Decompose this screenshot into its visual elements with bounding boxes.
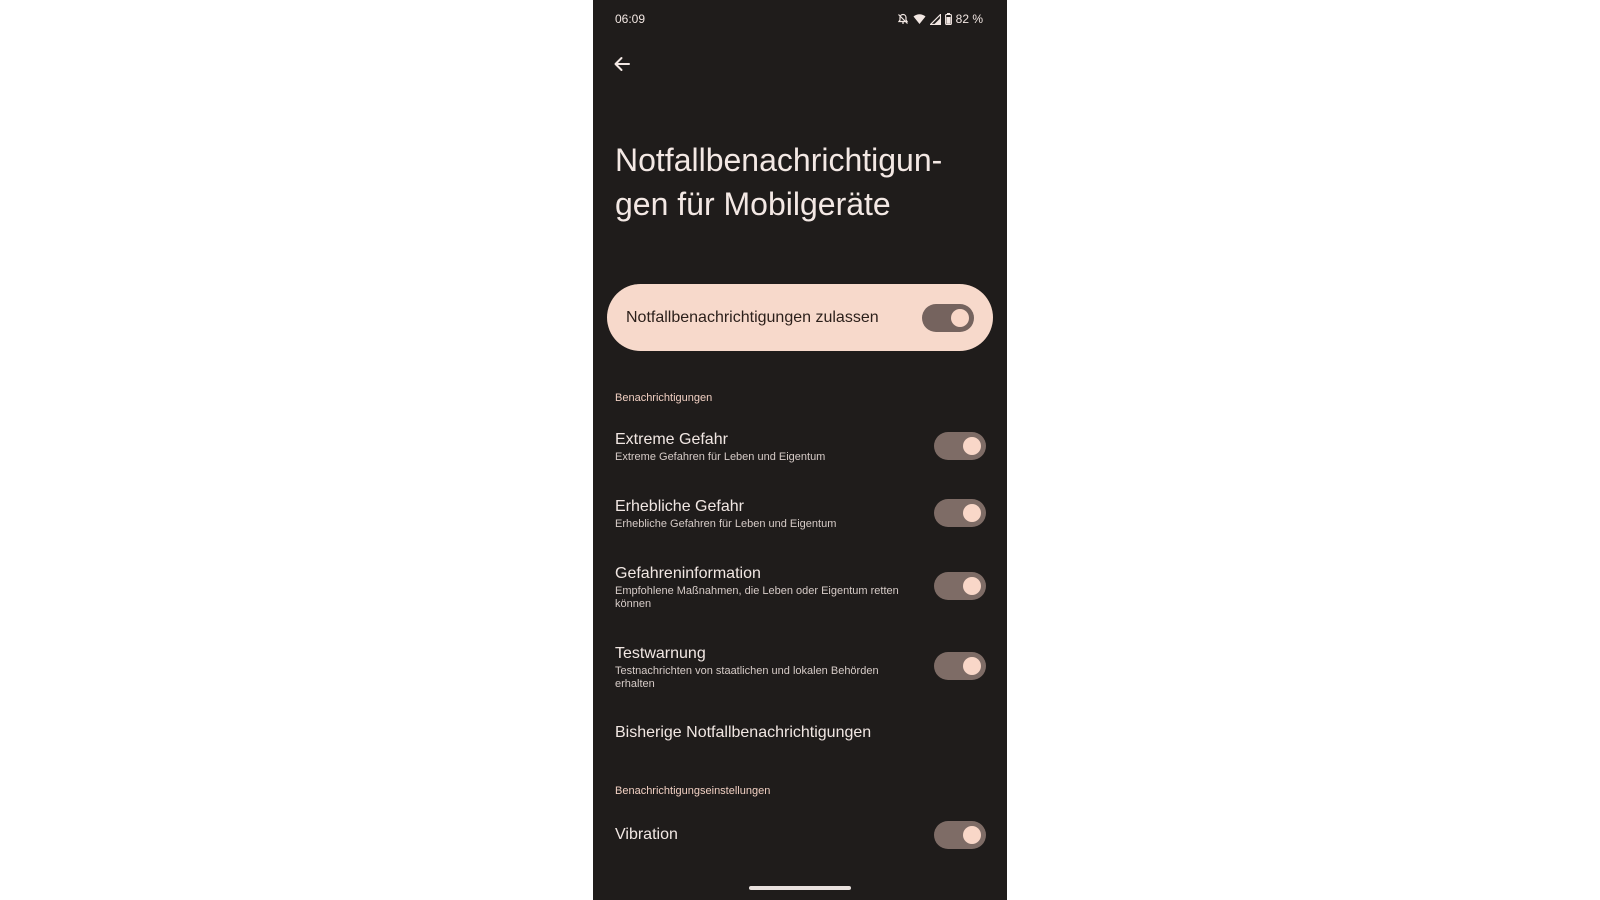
list-item-danger-information[interactable]: Gefahreninformation Empfohlene Maßnahmen… <box>615 564 986 611</box>
list-item-subtitle: Extreme Gefahren für Leben und Eigentum <box>615 451 826 463</box>
list-item-title: Gefahreninformation <box>615 565 761 582</box>
bell-off-icon <box>897 13 909 25</box>
list-item-vibration[interactable]: Vibration <box>615 821 986 849</box>
section-header-notifications: Benachrichtigungen <box>615 392 713 404</box>
list-item-subtitle: Testnachrichten von staatlichen und loka… <box>615 665 879 690</box>
page-title-line-1: Notfallbenachrichtigun- <box>615 142 943 178</box>
switch-knob <box>963 437 981 455</box>
battery-icon <box>944 13 952 25</box>
danger-information-switch[interactable] <box>934 572 986 600</box>
test-warning-switch[interactable] <box>934 652 986 680</box>
status-time: 06:09 <box>615 12 646 26</box>
page-title: Notfallbenachrichtigun- gen für Mobilger… <box>615 138 985 226</box>
arrow-left-icon <box>614 57 630 71</box>
signal-icon <box>929 13 941 25</box>
list-item-title: Bisherige Notfallbenachrichtigungen <box>615 724 872 741</box>
battery-percent: 82 % <box>955 12 983 26</box>
section-header-notification-settings: Benachrichtigungseinstellungen <box>615 785 771 797</box>
list-item-test-warning[interactable]: Testwarnung Testnachrichten von staatlic… <box>615 644 986 691</box>
back-button[interactable] <box>609 51 635 77</box>
master-toggle-label: Notfallbenachrichtigungen zulassen <box>626 309 879 326</box>
list-item-alert-history[interactable]: Bisherige Notfallbenachrichtigungen <box>615 723 985 743</box>
list-item-title: Vibration <box>615 826 678 843</box>
list-item-extreme-danger[interactable]: Extreme Gefahr Extreme Gefahren für Lebe… <box>615 430 986 464</box>
status-bar: 06:09 82 % <box>615 12 983 28</box>
master-toggle-switch[interactable] <box>922 304 974 332</box>
master-toggle-card[interactable]: Notfallbenachrichtigungen zulassen <box>607 284 993 351</box>
switch-knob <box>963 657 981 675</box>
list-item-title: Extreme Gefahr <box>615 431 728 448</box>
switch-knob <box>963 826 981 844</box>
list-item-subtitle: Erhebliche Gefahren für Leben und Eigent… <box>615 518 837 530</box>
gesture-navigation-bar[interactable] <box>749 886 851 890</box>
extreme-danger-switch[interactable] <box>934 432 986 460</box>
switch-knob <box>951 309 969 327</box>
page-title-line-2: gen für Mobilgeräte <box>615 186 891 222</box>
list-item-subtitle: Empfohlene Maßnahmen, die Leben oder Eig… <box>615 585 899 610</box>
switch-knob <box>963 504 981 522</box>
switch-knob <box>963 577 981 595</box>
vibration-switch[interactable] <box>934 821 986 849</box>
severe-danger-switch[interactable] <box>934 499 986 527</box>
list-item-severe-danger[interactable]: Erhebliche Gefahr Erhebliche Gefahren fü… <box>615 497 986 531</box>
list-item-title: Erhebliche Gefahr <box>615 498 744 515</box>
status-icons: 82 % <box>897 12 983 26</box>
list-item-title: Testwarnung <box>615 645 706 662</box>
phone-screen: 06:09 82 % Notfallbenachrichtigun- gen f… <box>593 0 1007 900</box>
wifi-icon <box>913 13 926 25</box>
